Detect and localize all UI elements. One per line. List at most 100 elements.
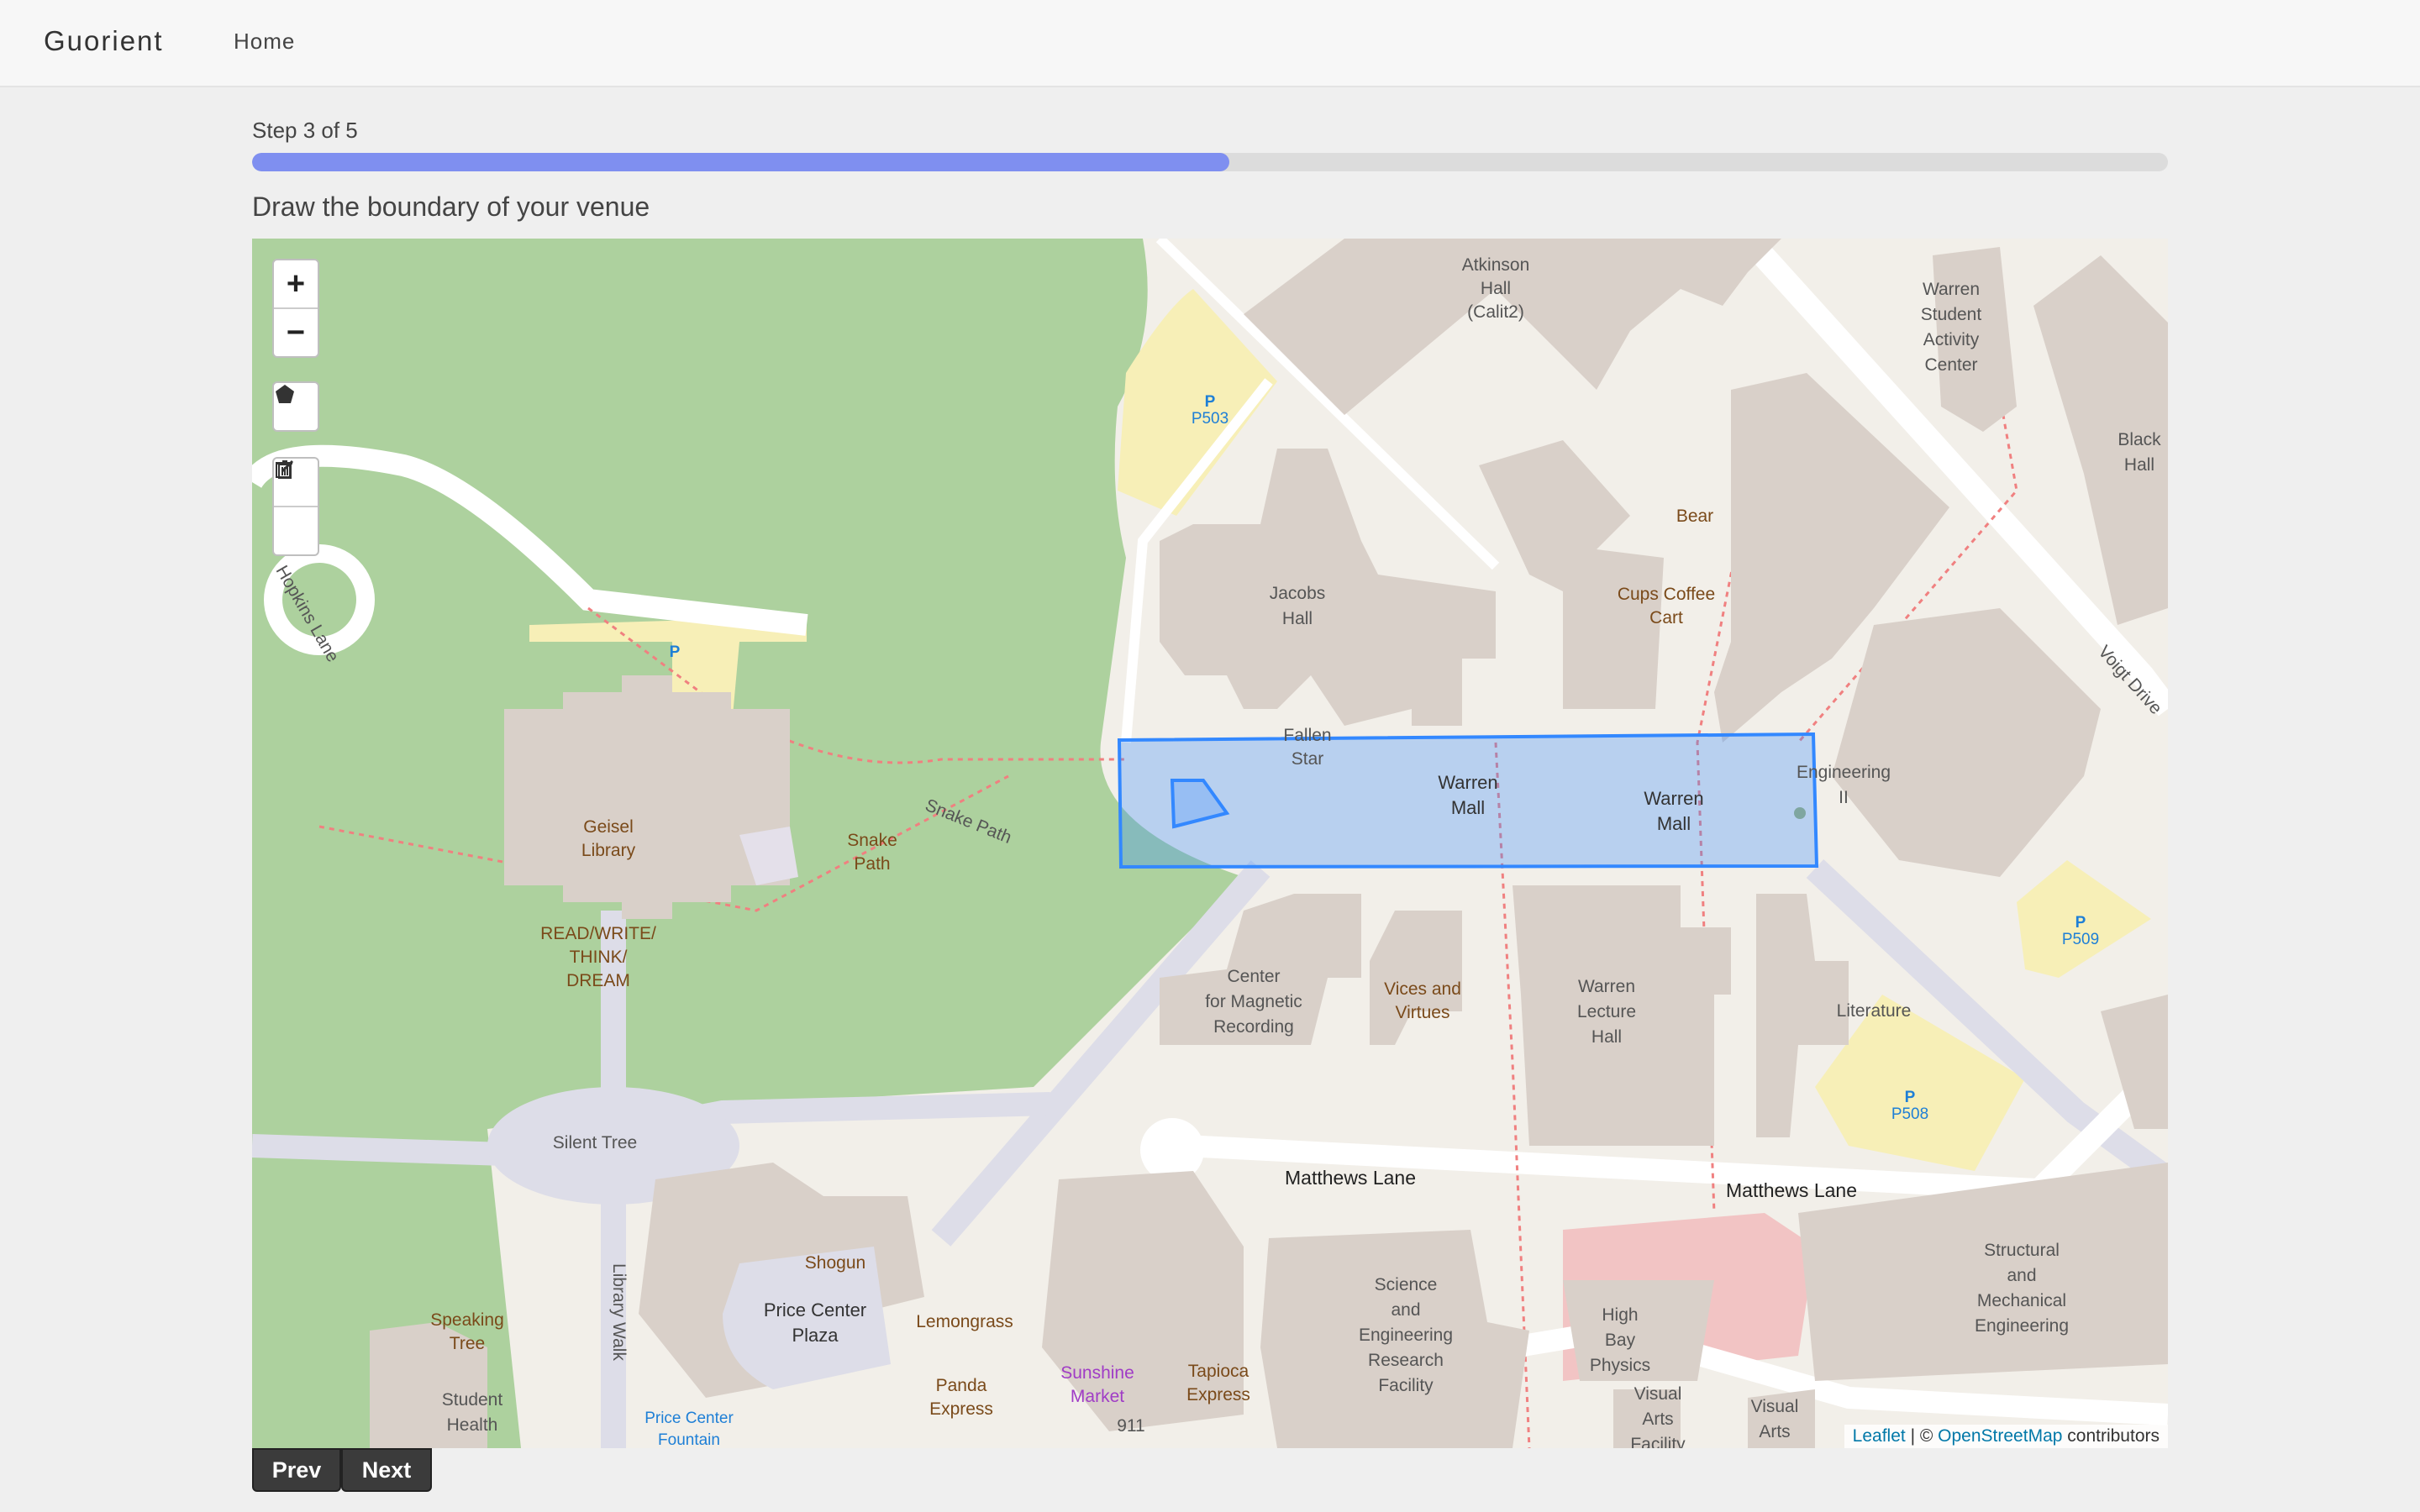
label-visual-arts-1: Visual [1751,1397,1799,1416]
label-bear: Bear [1676,507,1713,526]
zoom-out-button[interactable]: − [274,307,318,356]
label-lemongrass: Lemongrass [916,1312,1013,1331]
label-vices-1: Vices and [1384,979,1461,999]
building-vices [1370,911,1462,1045]
leaflet-link[interactable]: Leaflet [1853,1426,1906,1446]
label-library-walk: Library Walk [609,1263,629,1361]
label-p509: P509 [2062,931,2099,948]
svg-text:PandaExpress: Panda Express [929,1376,993,1419]
label-science-1: Science [1375,1275,1438,1294]
label-atkinson-2: Hall [1481,279,1511,298]
delete-layers-button[interactable] [274,460,318,554]
building-cups [1479,440,1664,709]
label-cups-1: Cups Coffee [1618,585,1715,604]
label-science-2: and [1391,1300,1420,1320]
map-attribution: Leaflet | © OpenStreetMap contributors [1844,1425,2168,1448]
draw-polygon-button[interactable] [274,383,318,430]
brand-logo[interactable]: Guorient [44,25,164,57]
label-read-write-2: THINK/ [570,948,628,967]
label-geisel-2: Library [581,841,636,860]
building-jacobs [1160,449,1496,726]
label-warren-mall-2b: Mall [1657,813,1691,834]
label-literature: Literature [1837,1001,1912,1021]
vertex-marker[interactable] [1794,807,1806,819]
label-warren-mall-1b: Mall [1451,797,1485,818]
label-magnetic-1: Center [1227,967,1280,986]
navbar: Guorient Home [0,0,2420,87]
nav-home-link[interactable]: Home [234,29,295,55]
label-black-hall-1: Black [2118,430,2161,449]
zoom-in-button[interactable]: + [274,260,318,307]
label-speaking-tree-2: Tree [450,1334,485,1353]
attribution-suffix: contributors [2062,1426,2160,1446]
parking-icon-geisel: P [670,643,681,661]
label-black-hall-2: Hall [2124,455,2154,475]
label-vices-2: Virtues [1396,1003,1450,1022]
label-magnetic-2: for Magnetic [1205,992,1302,1011]
label-fallen-star-1: Fallen [1283,726,1331,745]
label-p508: P508 [1891,1105,1928,1123]
label-fallen-star-2: Star [1292,749,1324,769]
label-structural-1: Structural [1984,1241,2060,1260]
attribution-separator: | © [1905,1426,1939,1446]
label-high-bay-2: Bay [1605,1331,1636,1350]
label-matthews-2: Matthews Lane [1726,1179,1857,1201]
label-science-5: Facility [1378,1376,1434,1395]
label-warren-mall-1a: Warren [1438,772,1497,793]
label-magnetic-3: Recording [1213,1017,1294,1037]
parking-icon-p509: P [2075,914,2086,932]
label-high-bay-3: Physics [1590,1356,1650,1375]
svg-text:Price CenterFountain: Price Center Fountain [644,1410,734,1448]
label-warren-student-3: Activity [1923,330,1980,349]
parking-icon-p508: P [1905,1089,1916,1106]
label-jacobs-2: Hall [1282,609,1313,628]
label-shogun: Shogun [805,1253,865,1273]
polygon-icon [276,385,294,403]
label-silent-tree: Silent Tree [553,1133,637,1152]
zoom-control: + − [272,259,319,358]
label-atkinson-1: Atkinson [1462,255,1530,275]
label-atkinson-3: (Calit2) [1467,302,1524,322]
label-addr-911: 911 [1117,1416,1144,1436]
label-warren-student-2: Student [1921,305,1982,324]
progress-bar [252,153,2168,171]
trash-icon [277,460,292,479]
building-geisel [504,675,790,919]
label-jacobs-1: Jacobs [1270,584,1326,603]
label-price-plaza-2: Plaza [792,1325,839,1346]
instruction-text: Draw the boundary of your venue [252,192,650,222]
label-warren-lecture-3: Hall [1591,1027,1622,1047]
label-structural-3: Mechanical [1977,1291,2066,1310]
label-panda-1: Panda [936,1376,987,1395]
label-warren-student-1: Warren [1923,280,1980,299]
step-indicator: Step 3 of 5 [252,118,358,143]
label-engineering2-1: Engineering [1797,763,1891,782]
building-engineering2 [1832,608,2101,877]
label-panda-2: Express [929,1399,993,1419]
map-container[interactable]: Atkinson Hall (Calit2) Warren Student Activi… [252,239,2168,1448]
label-price-fountain-2: Fountain [658,1431,720,1448]
label-student-health-1: Student [442,1390,503,1410]
parking-icon-p503: P [1205,393,1216,411]
draw-toolbar [272,381,319,432]
label-science-3: Engineering [1359,1326,1453,1345]
label-tapioca-1: Tapioca [1188,1362,1249,1381]
label-snake-path-2: Path [854,854,890,874]
progress-fill [252,153,1229,171]
label-structural-2: and [2007,1266,2036,1285]
label-sunshine-1: Sunshine [1060,1363,1134,1383]
label-p503: P503 [1192,410,1228,428]
prev-button[interactable]: Prev [252,1448,341,1492]
label-snake-path-1: Snake [847,831,897,850]
label-visual-arts-2: Arts [1759,1422,1790,1441]
next-button[interactable]: Next [341,1448,432,1492]
osm-link[interactable]: OpenStreetMap [1938,1426,2062,1446]
label-engineering2-2: II [1839,788,1849,807]
label-science-4: Research [1368,1351,1444,1370]
map-tiles: Atkinson Hall (Calit2) Warren Student Activi… [252,239,2168,1448]
label-warren-lecture-2: Lecture [1577,1002,1636,1021]
label-high-bay-1: High [1602,1305,1638,1325]
label-warren-student-4: Center [1924,355,1977,375]
label-geisel-1: Geisel [583,817,634,837]
label-structural-4: Engineering [1975,1316,2069,1336]
